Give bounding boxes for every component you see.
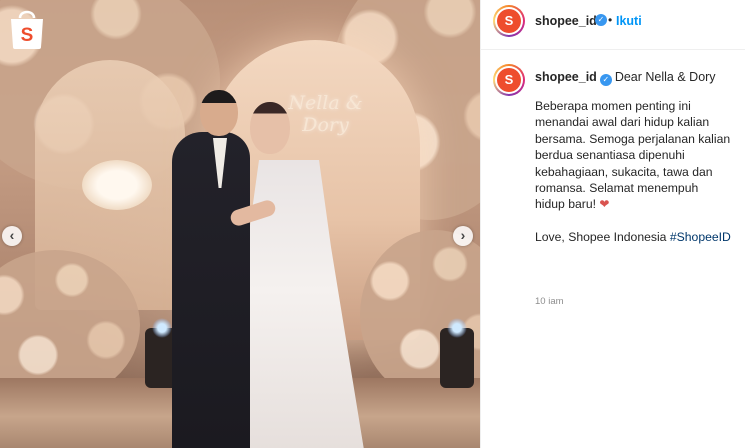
- hashtag-link[interactable]: #ShopeeID: [670, 230, 731, 244]
- caption-text: Beberapa momen penting ini menandai awal…: [535, 98, 731, 261]
- caption-paragraph: Beberapa momen penting ini menandai awal…: [535, 99, 731, 212]
- groom-head: [200, 90, 238, 136]
- avatar[interactable]: S: [493, 5, 525, 37]
- shopee-avatar-icon: S: [497, 9, 521, 33]
- heart-icon: ❤: [599, 197, 610, 212]
- svg-text:S: S: [21, 25, 34, 46]
- caption-signature: Love, Shopee Indonesia: [535, 229, 667, 244]
- bride-head: [250, 102, 290, 154]
- caption-username[interactable]: shopee_id: [535, 70, 597, 84]
- caption-lead: Dear Nella & Dory: [614, 70, 716, 84]
- groom-suit: [172, 132, 250, 448]
- header-separator: •: [608, 13, 613, 27]
- shopee-avatar-icon: S: [497, 68, 521, 92]
- post-sidebar: S shopee_id ✓ • Ikuti S shopee_id ✓ Dear N…: [480, 0, 745, 448]
- stage-light-right: [440, 318, 474, 388]
- chevron-right-icon: ›: [460, 227, 466, 243]
- follow-button[interactable]: Ikuti: [616, 14, 642, 28]
- chevron-left-icon: ‹: [9, 227, 15, 243]
- author-username[interactable]: shopee_id: [535, 14, 597, 28]
- post-header: S shopee_id ✓ • Ikuti: [481, 0, 745, 50]
- verified-badge-icon: ✓: [595, 14, 607, 26]
- shopee-logo-icon: S: [11, 10, 43, 49]
- decor-flower: [82, 160, 152, 210]
- carousel-next-button[interactable]: ›: [453, 226, 473, 246]
- verified-badge-icon: ✓: [599, 74, 612, 86]
- carousel-prev-button[interactable]: ‹: [2, 226, 22, 246]
- post-photo[interactable]: Nella & Dory S ‹ ›: [0, 0, 480, 448]
- post-timestamp[interactable]: 10 jam: [535, 296, 564, 304]
- caption-header: shopee_id ✓ Dear Nella & Dory: [535, 70, 716, 86]
- avatar[interactable]: S: [493, 64, 525, 96]
